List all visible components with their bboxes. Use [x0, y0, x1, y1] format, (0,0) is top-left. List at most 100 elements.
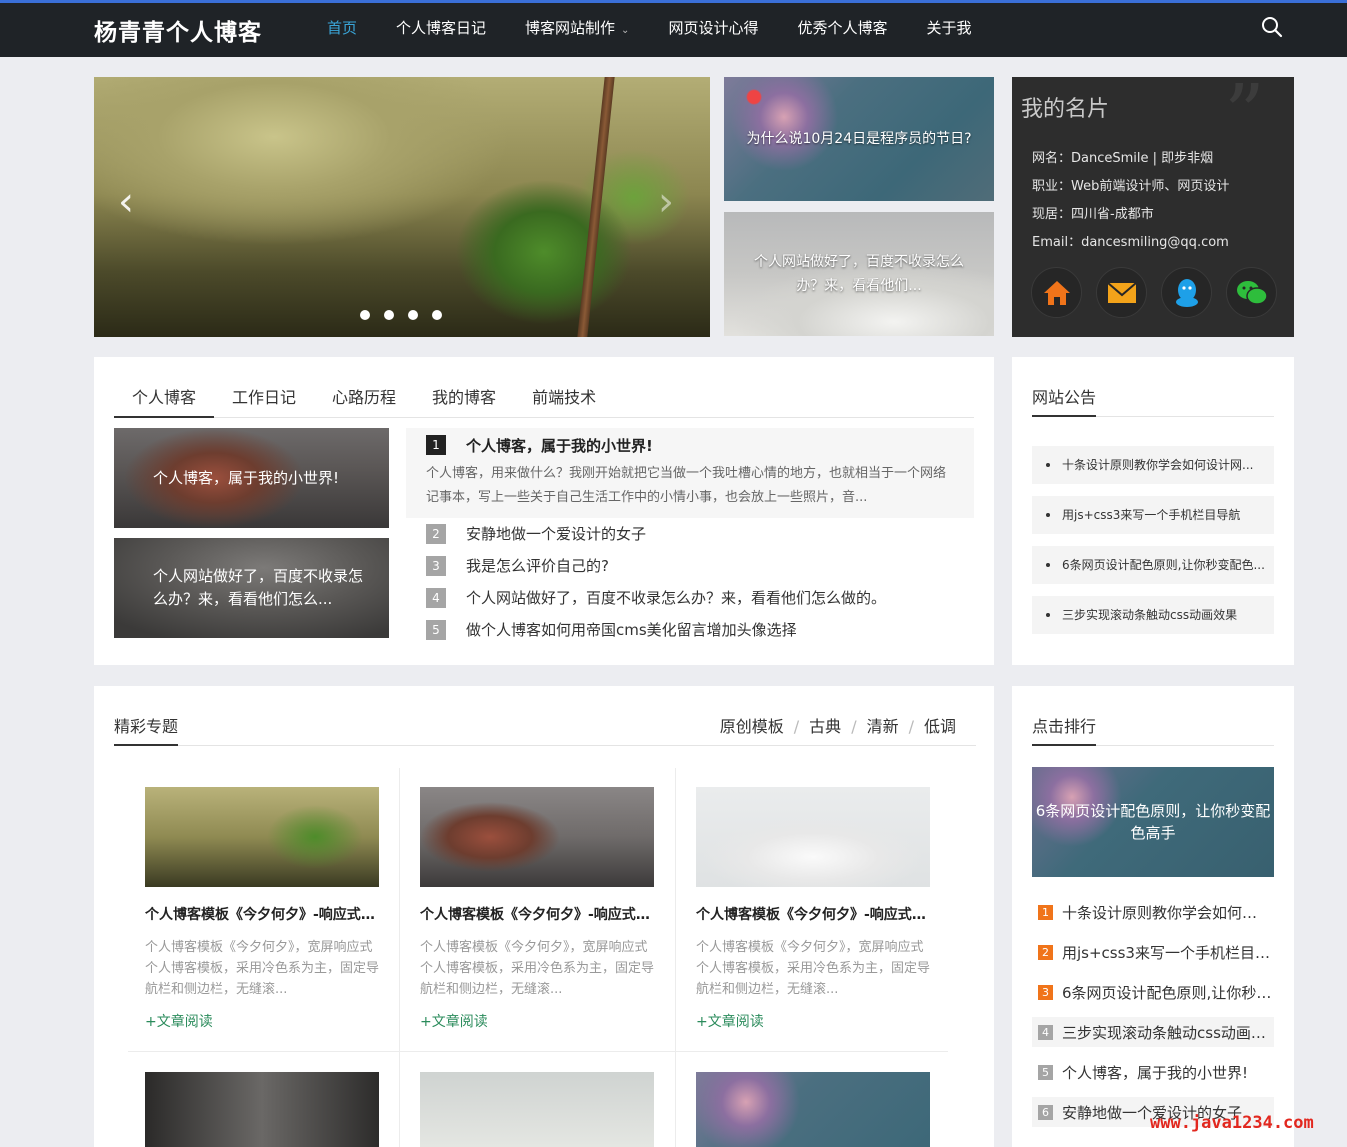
blog-thumb-2[interactable]: 个人网站做好了，百度不收录怎么办？来，看看他们怎么... [114, 538, 389, 638]
topic-image[interactable] [420, 1072, 654, 1147]
notice-header: 网站公告 [1032, 385, 1274, 417]
promo-title: 为什么说10月24日是程序员的节日? [746, 131, 972, 147]
rank-number: 2 [426, 524, 446, 544]
topics-panel: 精彩专题 原创模板 / 古典 / 清新 / 低调 个人博客模板《今夕何夕》-响应… [94, 686, 994, 1147]
slider-dot[interactable] [408, 310, 418, 320]
card-job: 职业：Web前端设计师、网页设计 [1032, 179, 1230, 194]
filter-separator: / [793, 717, 800, 736]
topic-image[interactable] [145, 787, 379, 887]
filter-classic[interactable]: 古典 [809, 714, 841, 740]
hero-slider[interactable]: ‹ › [94, 77, 710, 337]
ranking-banner-title: 6条网页设计配色原则，让你秒变配色高手 [1035, 802, 1271, 842]
rank-item[interactable]: 5 个人博客，属于我的小世界! [1032, 1057, 1274, 1087]
promo-tile-1[interactable]: 为什么说10月24日是程序员的节日? [724, 77, 994, 201]
slider-dot[interactable] [432, 310, 442, 320]
list-item-title: 我是怎么评价自己的? [466, 557, 609, 575]
notice-item[interactable]: 三步实现滚动条触动css动画效果 [1032, 596, 1274, 634]
list-item-title: 安静地做一个爱设计的女子 [466, 525, 647, 543]
topic-image[interactable] [420, 787, 654, 887]
rank-title: 十条设计原则教你学会如何设计网页布局 [1062, 904, 1272, 922]
notice-item[interactable]: 用js+css3来写一个手机栏目导航 [1032, 496, 1274, 534]
rank-item[interactable]: 2 用js+css3来写一个手机栏目导航 [1032, 937, 1274, 967]
slider-prev-arrow-icon[interactable]: ‹ [118, 179, 134, 225]
mail-icon[interactable] [1096, 267, 1147, 318]
main-nav: 首页 个人博客日记 博客网站制作 ⌄ 网页设计心得 优秀个人博客 关于我 [327, 3, 1010, 57]
read-more-link[interactable]: +文章阅读 [696, 1011, 764, 1031]
topic-image[interactable] [696, 1072, 930, 1147]
grid-divider [399, 768, 400, 1147]
topics-title: 精彩专题 [114, 714, 179, 746]
topics-header: 精彩专题 原创模板 / 古典 / 清新 / 低调 [114, 714, 976, 746]
tab-personal-blog[interactable]: 个人博客 [114, 385, 215, 418]
nav-build[interactable]: 博客网站制作 ⌄ [525, 3, 629, 57]
tab-work-diary[interactable]: 工作日记 [214, 385, 314, 417]
filter-separator: / [908, 717, 914, 736]
topic-title[interactable]: 个人博客模板《今夕何夕》-响应式个人博客模板 [145, 904, 379, 924]
read-more-link[interactable]: +文章阅读 [420, 1011, 488, 1031]
rank-number: 4 [1038, 1025, 1053, 1040]
rank-number: 3 [1038, 985, 1053, 1000]
thumb-title: 个人博客，属于我的小世界! [153, 468, 340, 487]
search-icon[interactable] [1261, 16, 1283, 38]
read-more-link[interactable]: +文章阅读 [145, 1011, 213, 1031]
rank-number: 1 [426, 435, 446, 455]
header: 杨青青个人博客 首页 个人博客日记 博客网站制作 ⌄ 网页设计心得 优秀个人博客 … [0, 3, 1347, 57]
notice-item[interactable]: 十条设计原则教你学会如何设计网... [1032, 446, 1274, 484]
wechat-icon[interactable] [1226, 267, 1277, 318]
qq-icon[interactable] [1161, 267, 1212, 318]
nav-excellent[interactable]: 优秀个人博客 [797, 3, 887, 57]
rank-number: 1 [1038, 905, 1053, 920]
rank-title: 三步实现滚动条触动css动画效果 [1062, 1024, 1272, 1042]
site-logo[interactable]: 杨青青个人博客 [94, 13, 262, 47]
topic-desc: 个人博客模板《今夕何夕》，宽屏响应式个人博客模板，采用冷色系为主，固定导航栏和侧… [145, 940, 379, 997]
slider-dot[interactable] [360, 310, 370, 320]
topic-image[interactable] [145, 1072, 379, 1147]
nav-about[interactable]: 关于我 [926, 3, 971, 57]
card-email: Email：dancesmiling@qq.com [1032, 235, 1229, 250]
ranking-header: 点击排行 [1032, 714, 1274, 746]
nav-home[interactable]: 首页 [327, 3, 357, 57]
filter-lowkey[interactable]: 低调 [924, 714, 956, 740]
filter-original[interactable]: 原创模板 [720, 714, 784, 740]
filter-fresh[interactable]: 清新 [867, 714, 899, 740]
ranking-banner[interactable]: 6条网页设计配色原则，让你秒变配色高手 [1032, 767, 1274, 877]
featured-title: 个人博客，属于我的小世界! [466, 437, 653, 455]
card-title: 我的名片 [1021, 97, 1110, 122]
nav-diary[interactable]: 个人博客日记 [396, 3, 486, 57]
tab-frontend[interactable]: 前端技术 [514, 385, 614, 417]
slider-next-arrow-icon[interactable]: › [658, 179, 674, 225]
rank-number: 6 [1038, 1105, 1053, 1120]
grid-divider [128, 1051, 948, 1052]
topic-desc: 个人博客模板《今夕何夕》，宽屏响应式个人博客模板，采用冷色系为主，固定导航栏和侧… [420, 940, 654, 997]
tab-my-blog[interactable]: 我的博客 [414, 385, 514, 417]
rank-number: 3 [426, 556, 446, 576]
blog-thumb-1[interactable]: 个人博客，属于我的小世界! [114, 428, 389, 528]
rank-title: 个人博客，属于我的小世界! [1062, 1064, 1249, 1082]
rank-item[interactable]: 1 十条设计原则教你学会如何设计网页布局 [1032, 897, 1274, 927]
slider-dot[interactable] [384, 310, 394, 320]
grid-divider [675, 768, 676, 1147]
filter-separator: / [851, 717, 857, 736]
featured-article[interactable]: 1 个人博客，属于我的小世界! 个人博客，用来做什么？我刚开始就把它当做一个我吐… [406, 428, 974, 518]
chevron-down-icon: ⌄ [621, 25, 630, 36]
promo-tile-2[interactable]: 个人网站做好了，百度不收录怎么办？来，看看他们... [724, 212, 994, 336]
tab-journey[interactable]: 心路历程 [314, 385, 414, 417]
notice-item[interactable]: 6条网页设计配色原则,让你秒变配色... [1032, 546, 1274, 584]
profile-card: ” 我的名片 网名：DanceSmile | 即步非烟 职业：Web前端设计师、… [1012, 77, 1294, 337]
topic-title[interactable]: 个人博客模板《今夕何夕》-响应式个人博客模板 [420, 904, 654, 924]
topic-image[interactable] [696, 787, 930, 887]
rank-number: 2 [1038, 945, 1053, 960]
rank-number: 4 [426, 588, 446, 608]
nav-design[interactable]: 网页设计心得 [668, 3, 758, 57]
topic-title[interactable]: 个人博客模板《今夕何夕》-响应式个人博客模板 [696, 904, 930, 924]
topic-desc: 个人博客模板《今夕何夕》，宽屏响应式个人博客模板，采用冷色系为主，固定导航栏和侧… [696, 940, 930, 997]
nav-build-label: 博客网站制作 [525, 19, 616, 37]
home-icon[interactable] [1031, 267, 1082, 318]
rank-item[interactable]: 4 三步实现滚动条触动css动画效果 [1032, 1017, 1274, 1047]
rank-item[interactable]: 3 6条网页设计配色原则,让你秒变配色高手 [1032, 977, 1274, 1007]
list-item-title: 做个人博客如何用帝国cms美化留言增加头像选择 [466, 621, 797, 639]
card-nickname: 网名：DanceSmile | 即步非烟 [1032, 151, 1214, 166]
notice-panel: 网站公告 十条设计原则教你学会如何设计网... 用js+css3来写一个手机栏目… [1012, 357, 1294, 665]
watermark-text: www.java1234.com [1150, 1113, 1314, 1133]
promo-title: 个人网站做好了，百度不收录怎么办？来，看看他们... [754, 254, 964, 294]
